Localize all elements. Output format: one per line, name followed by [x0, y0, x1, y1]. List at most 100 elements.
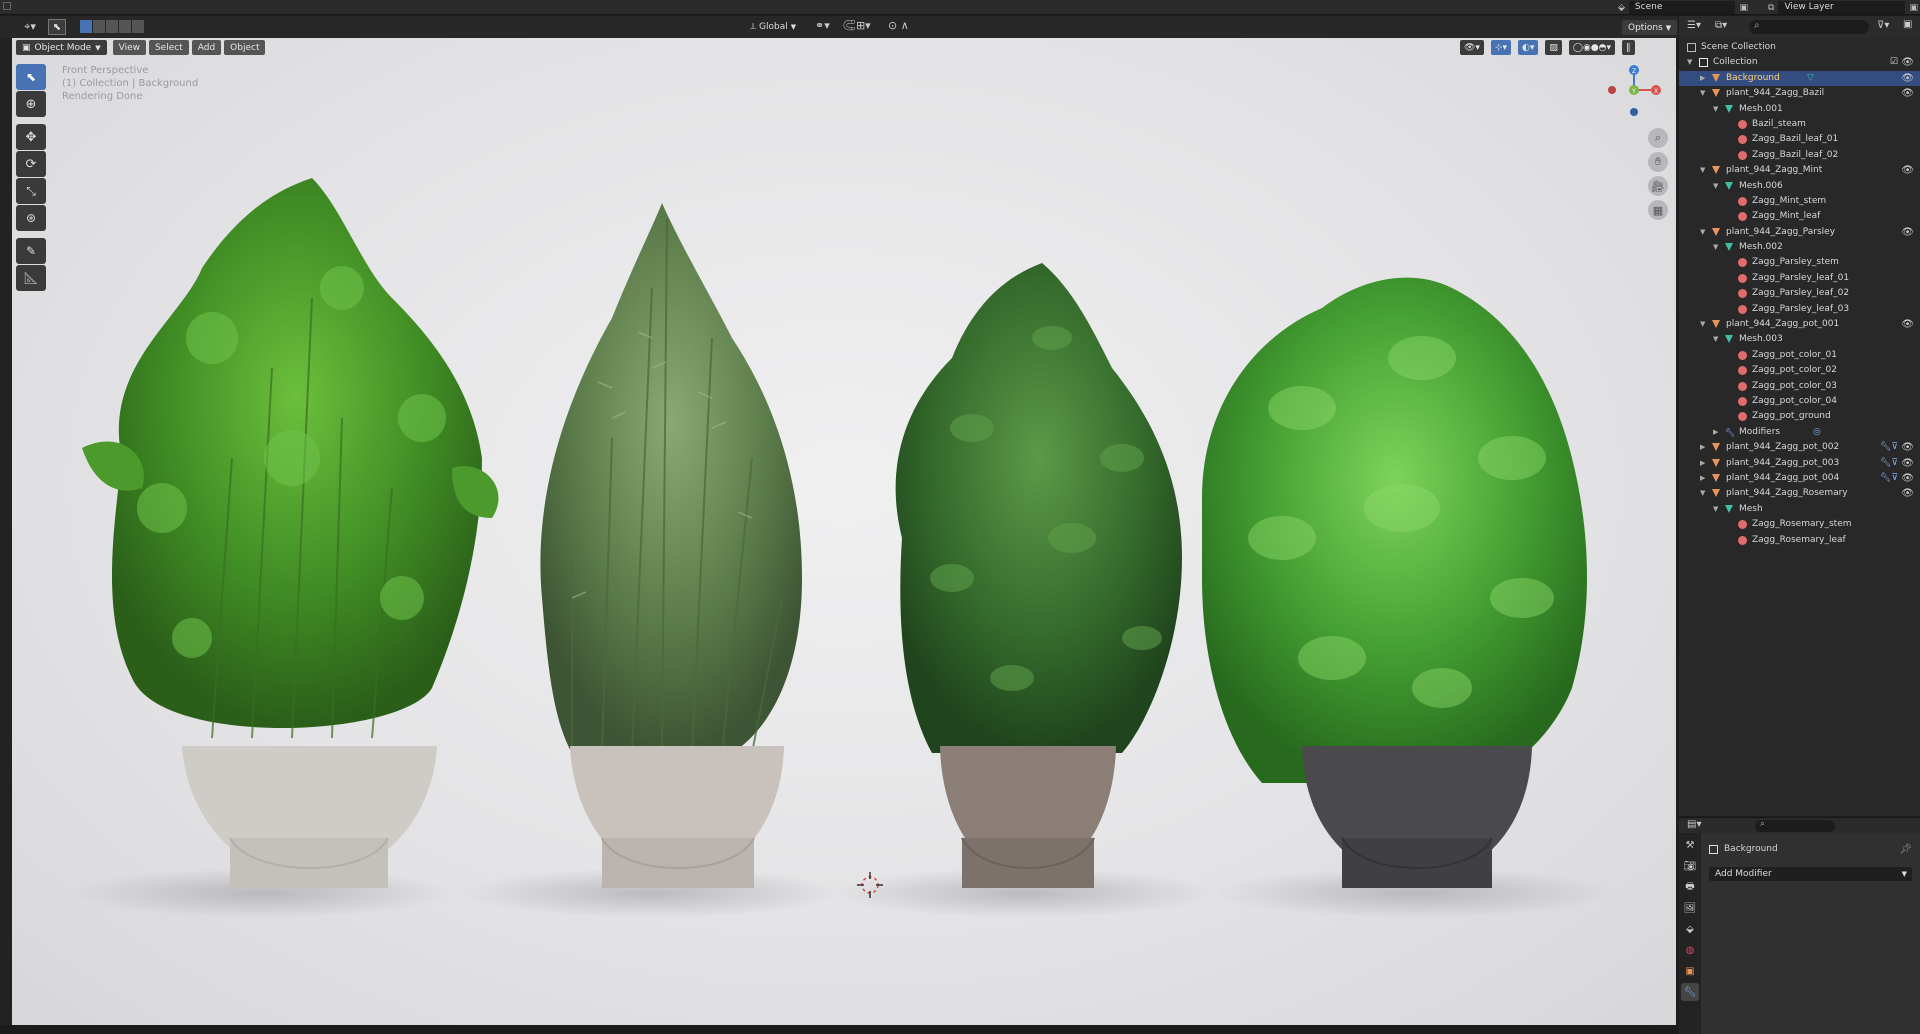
camera-view-icon[interactable]: 🎥︎ — [1648, 176, 1668, 196]
outliner-row[interactable]: ▼ plant_944_Zagg_pot_001 👁︎ — [1679, 317, 1920, 332]
outliner-row[interactable]: Zagg_Mint_stem — [1679, 194, 1920, 209]
rotate-tool-icon[interactable]: ⟳ — [16, 151, 46, 177]
expand-right-icon[interactable]: ▶ — [1700, 471, 1708, 486]
add-modifier-dropdown[interactable]: Add Modifier ▼ — [1709, 867, 1912, 881]
outliner-row[interactable]: Zagg_Parsley_leaf_03 — [1679, 302, 1920, 317]
filter-icon[interactable]: ⊽▾ — [1877, 20, 1889, 31]
selection-mode-icons[interactable] — [80, 20, 144, 33]
object-tab-icon[interactable]: ▣ — [1681, 962, 1699, 980]
expand-down-icon[interactable]: ▼ — [1713, 502, 1721, 517]
outliner-row[interactable]: ▼ Mesh — [1679, 502, 1920, 517]
sidebar-toggle-icon[interactable]: ‖ — [1622, 40, 1635, 55]
snap-icon[interactable]: 🧲︎⊞▾ — [842, 19, 871, 32]
transform-tool-icon[interactable]: ⊛ — [16, 205, 46, 231]
visibility-eye-icon[interactable]: 👁︎ — [1901, 71, 1914, 86]
outliner-row[interactable]: ▶ 🔧︎ Modifiers ◎ — [1679, 425, 1920, 440]
outliner-row[interactable]: Zagg_pot_ground — [1679, 409, 1920, 424]
properties-editor-icon[interactable]: ▤▾ — [1687, 819, 1701, 830]
properties-search-input[interactable]: ⌕ — [1755, 819, 1835, 832]
xray-toggle-icon[interactable]: ▨ — [1545, 40, 1562, 55]
navigation-gizmo[interactable]: Z X Y — [1604, 60, 1664, 120]
select-box-tool-icon[interactable]: ⬉ — [16, 64, 46, 90]
visibility-eye-icon[interactable]: 👁︎ — [1901, 163, 1914, 178]
editor-type-icon[interactable]: ⌖▾ — [20, 20, 40, 34]
zoom-icon[interactable]: ⌕ — [1648, 128, 1668, 148]
scene-collection-row[interactable]: Scene Collection — [1679, 40, 1920, 55]
menu-add[interactable]: Add — [191, 40, 222, 55]
outliner-row[interactable]: Zagg_Mint_leaf — [1679, 209, 1920, 224]
expand-down-icon[interactable]: ▼ — [1700, 163, 1708, 178]
outliner-row[interactable]: Zagg_Rosemary_leaf — [1679, 533, 1920, 548]
expand-down-icon[interactable]: ▼ — [1713, 102, 1721, 117]
outliner-row[interactable]: ▼ plant_944_Zagg_Parsley 👁︎ — [1679, 225, 1920, 240]
mode-dropdown[interactable]: ▣ Object Mode ▼ — [16, 40, 107, 55]
visibility-eye-icon[interactable]: 👁︎ — [1901, 317, 1914, 332]
outliner-row[interactable]: ▼ plant_944_Zagg_Bazil 👁︎ — [1679, 86, 1920, 101]
view-layer-copy-icon[interactable]: ▣ — [1909, 3, 1918, 13]
menu-select[interactable]: Select — [148, 40, 189, 55]
pin-icon[interactable]: 📌︎ — [1899, 844, 1912, 855]
overlay-toggle-icon[interactable]: ◐▾ — [1518, 40, 1539, 55]
modifier-tab-icon[interactable]: 🔧︎ — [1681, 983, 1699, 1001]
world-tab-icon[interactable]: ◍ — [1681, 941, 1699, 959]
outliner-row[interactable]: Zagg_Bazil_leaf_02 — [1679, 148, 1920, 163]
expand-down-icon[interactable]: ▼ — [1700, 486, 1708, 501]
outliner-row[interactable]: Zagg_Rosemary_stem — [1679, 517, 1920, 532]
visibility-eye-icon[interactable]: 👁︎ — [1901, 456, 1914, 471]
visibility-eye-icon[interactable]: 👁︎ — [1901, 440, 1914, 455]
menu-object[interactable]: Object — [224, 40, 266, 55]
outliner-row[interactable]: ▶ Background ▽ 👁︎ — [1679, 70, 1920, 87]
outliner-row[interactable]: Zagg_pot_color_02 — [1679, 363, 1920, 378]
tool-tab-icon[interactable]: ⚒ — [1681, 836, 1699, 854]
outliner-row[interactable]: Zagg_pot_color_03 — [1679, 379, 1920, 394]
outliner-row[interactable]: ▶ plant_944_Zagg_pot_004 🔧︎⊽ 👁︎ — [1679, 471, 1920, 486]
cursor-tool-icon[interactable]: ⊕ — [16, 91, 46, 117]
outliner-row[interactable]: ▶ plant_944_Zagg_pot_002 🔧︎⊽ 👁︎ — [1679, 440, 1920, 455]
gizmo-toggle-icon[interactable]: ⊹▾ — [1490, 40, 1512, 55]
outliner-row[interactable]: ▼ Mesh.003 — [1679, 332, 1920, 347]
outliner-row[interactable]: ▼ Mesh.002 — [1679, 240, 1920, 255]
outliner-row[interactable]: ▼ Mesh.001 — [1679, 102, 1920, 117]
scale-tool-icon[interactable]: ⤡ — [16, 178, 46, 204]
move-tool-icon[interactable]: ✥ — [16, 124, 46, 150]
transform-orientation-dropdown[interactable]: ⟂ Global ▼ — [750, 19, 796, 35]
outliner-row[interactable]: ▼ Mesh.006 — [1679, 179, 1920, 194]
exclude-checkbox[interactable]: ☑ — [1890, 55, 1898, 70]
pan-hand-icon[interactable]: ✋︎ — [1648, 152, 1668, 172]
outliner-row[interactable]: ▼ plant_944_Zagg_Mint 👁︎ — [1679, 163, 1920, 178]
expand-right-icon[interactable]: ▶ — [1700, 71, 1708, 86]
outliner-row[interactable]: Zagg_pot_color_04 — [1679, 394, 1920, 409]
outliner-row[interactable]: Zagg_Parsley_leaf_02 — [1679, 286, 1920, 301]
expand-right-icon[interactable]: ▶ — [1713, 425, 1721, 440]
expand-down-icon[interactable]: ▼ — [1700, 317, 1708, 332]
outliner-row[interactable]: Bazil_steam — [1679, 117, 1920, 132]
outliner-row[interactable]: Zagg_pot_color_01 — [1679, 348, 1920, 363]
new-collection-icon[interactable]: ▣ — [1903, 19, 1912, 30]
visibility-eye-icon[interactable]: 👁︎ — [1901, 486, 1914, 501]
expand-down-icon[interactable]: ▼ — [1713, 332, 1721, 347]
expand-down-icon[interactable]: ▼ — [1700, 225, 1708, 240]
menu-view[interactable]: View — [112, 40, 146, 55]
expand-right-icon[interactable]: ▶ — [1700, 440, 1708, 455]
scene-selector[interactable]: ⬙ Scene ▣ — [1618, 1, 1748, 14]
outliner-row[interactable]: ▼ plant_944_Zagg_Rosemary 👁︎ — [1679, 486, 1920, 501]
outliner-row[interactable]: Zagg_Bazil_leaf_01 — [1679, 132, 1920, 147]
outliner-row[interactable]: ▶ plant_944_Zagg_pot_003 🔧︎⊽ 👁︎ — [1679, 456, 1920, 471]
options-button[interactable]: Options ▼ — [1622, 20, 1678, 35]
scene-copy-icon[interactable]: ▣ — [1739, 3, 1748, 13]
expand-down-icon[interactable]: ▼ — [1700, 86, 1708, 101]
outliner-search-input[interactable]: ⌕ — [1749, 20, 1869, 34]
outliner-row[interactable]: Zagg_Parsley_stem — [1679, 255, 1920, 270]
expand-down-icon[interactable]: ▼ — [1713, 240, 1721, 255]
measure-tool-icon[interactable]: 📐︎ — [16, 265, 46, 291]
expand-right-icon[interactable]: ▶ — [1700, 456, 1708, 471]
shading-modes-icon[interactable]: ◯◉●◓▾ — [1568, 40, 1616, 55]
view-layer-tab-icon[interactable]: 🖼︎ — [1681, 899, 1699, 917]
visibility-icon[interactable]: 👁︎▾ — [1460, 40, 1484, 55]
display-mode-icon[interactable]: ⧉▾ — [1715, 20, 1727, 31]
expand-down-icon[interactable]: ▼ — [1687, 55, 1695, 70]
perspective-toggle-icon[interactable]: ▦ — [1648, 200, 1668, 220]
visibility-eye-icon[interactable]: 👁︎ — [1901, 86, 1914, 101]
annotate-tool-icon[interactable]: ✎ — [16, 238, 46, 264]
3d-viewport[interactable]: ▣ Object Mode ▼ View Select Add Object 👁… — [12, 38, 1676, 1025]
